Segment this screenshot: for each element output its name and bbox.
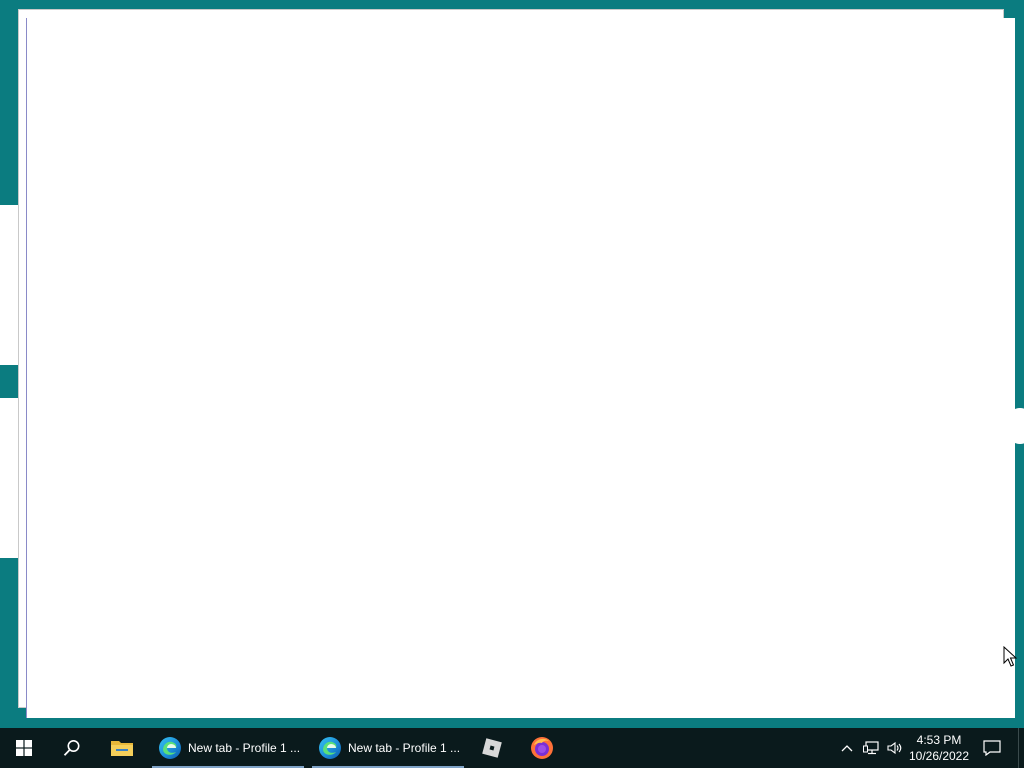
taskbar-app-roblox[interactable] xyxy=(468,728,516,768)
system-clock[interactable]: 4:53 PM 10/26/2022 xyxy=(906,728,972,768)
taskbar-app-label: New tab - Profile 1 ... xyxy=(188,741,301,755)
mouse-cursor-icon xyxy=(1003,646,1017,667)
search-button[interactable] xyxy=(48,728,96,768)
show-desktop-button[interactable] xyxy=(1018,728,1024,768)
edge-icon xyxy=(159,737,181,759)
taskbar: New tab - Profile 1 ... New tab - Profil… xyxy=(0,728,1024,768)
clock-time: 4:53 PM xyxy=(916,733,962,747)
network-icon xyxy=(863,741,879,755)
file-explorer-button[interactable] xyxy=(98,728,146,768)
volume-button[interactable] xyxy=(884,728,906,768)
browser-window-front[interactable] xyxy=(26,18,1015,718)
windows-logo-icon xyxy=(16,740,32,756)
search-icon xyxy=(63,740,80,756)
show-hidden-icons-button[interactable] xyxy=(836,728,858,768)
edge-icon xyxy=(319,737,341,759)
desktop[interactable] xyxy=(0,0,1024,728)
network-button[interactable] xyxy=(860,728,882,768)
taskbar-app-label: New tab - Profile 1 ... xyxy=(348,741,461,755)
action-center-button[interactable] xyxy=(974,728,1010,768)
chevron-up-icon xyxy=(841,745,853,752)
taskbar-app-edge-1[interactable]: New tab - Profile 1 ... xyxy=(152,728,304,768)
volume-icon xyxy=(887,741,902,755)
taskbar-app-firefox[interactable] xyxy=(518,728,566,768)
firefox-icon xyxy=(531,737,553,759)
browser-content-area[interactable] xyxy=(27,18,1015,718)
notification-icon xyxy=(983,740,1001,756)
taskbar-app-edge-2[interactable]: New tab - Profile 1 ... xyxy=(312,728,464,768)
roblox-icon xyxy=(482,738,502,758)
start-button[interactable] xyxy=(0,728,48,768)
file-explorer-icon xyxy=(111,741,133,756)
clock-date: 10/26/2022 xyxy=(908,749,970,763)
